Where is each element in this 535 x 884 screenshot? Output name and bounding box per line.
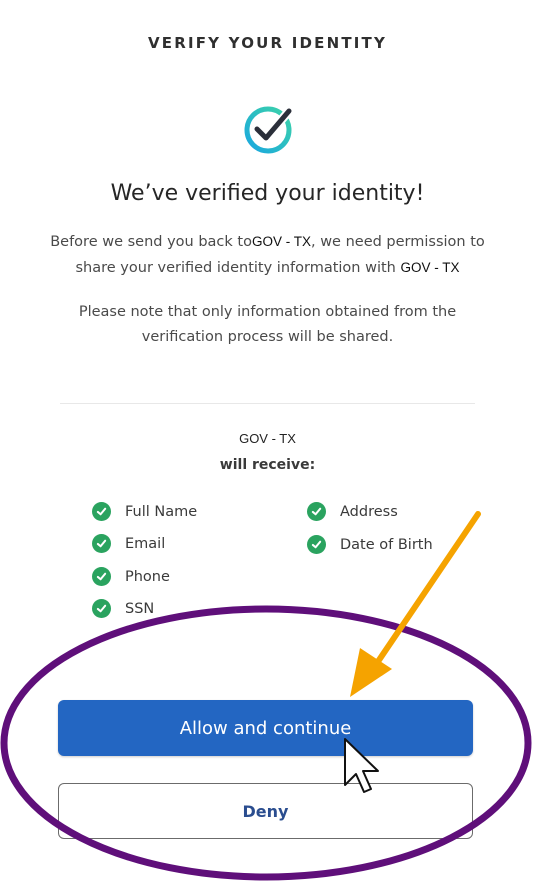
attribute-label: Phone bbox=[125, 568, 170, 585]
receive-label: will receive: bbox=[219, 457, 316, 473]
attribute-email: Email bbox=[92, 534, 165, 553]
attribute-full-name: Full Name bbox=[92, 502, 197, 521]
check-icon bbox=[307, 535, 326, 554]
gov-name-2: GOV - TX bbox=[400, 260, 460, 275]
check-icon bbox=[92, 534, 111, 553]
attribute-address: Address bbox=[307, 502, 398, 521]
attribute-phone: Phone bbox=[92, 567, 170, 586]
gov-name-1: GOV - TX bbox=[251, 234, 311, 249]
check-icon bbox=[92, 567, 111, 586]
check-circle-icon bbox=[244, 106, 294, 154]
check-icon bbox=[92, 502, 111, 521]
attribute-date-of-birth: Date of Birth bbox=[307, 535, 433, 554]
attribute-label: Email bbox=[125, 535, 166, 552]
attribute-label: Address bbox=[340, 503, 398, 520]
notice-line-2: verification process will be shared. bbox=[141, 329, 394, 345]
attribute-ssn: SSN bbox=[92, 599, 154, 618]
pointer-arrow-head bbox=[350, 648, 392, 697]
attribute-label: Date of Birth bbox=[340, 536, 433, 553]
deny-button[interactable]: Deny bbox=[58, 783, 473, 839]
permission-text-2: , we need permission to bbox=[310, 234, 485, 250]
check-icon bbox=[92, 599, 111, 618]
attribute-label: SSN bbox=[125, 600, 155, 617]
notice-line-1: Please note that only information obtain… bbox=[78, 304, 457, 320]
divider bbox=[60, 403, 475, 404]
allow-and-continue-button[interactable]: Allow and continue bbox=[58, 700, 473, 756]
permission-text-1: Before we send you back to bbox=[50, 234, 252, 250]
verified-headline: We’ve verified your identity! bbox=[110, 181, 425, 206]
page-title: VERIFY YOUR IDENTITY bbox=[147, 34, 388, 52]
notice-message: Please note that only information obtain… bbox=[30, 300, 505, 350]
attribute-label: Full Name bbox=[125, 503, 198, 520]
permission-message: Before we send you back toGOV - TX, we n… bbox=[30, 229, 505, 281]
check-icon bbox=[307, 502, 326, 521]
recipient-name: GOV - TX bbox=[239, 431, 296, 446]
permission-text-3: share your verified identity information… bbox=[75, 260, 396, 276]
